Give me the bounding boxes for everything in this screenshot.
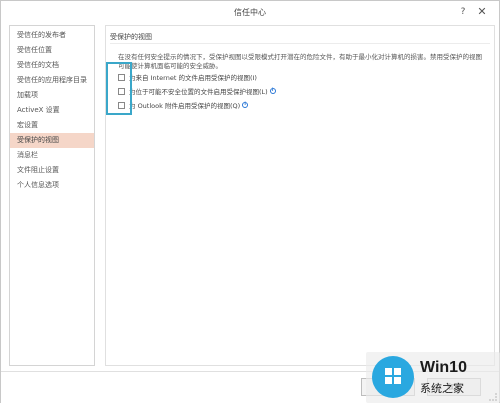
sidebar-item-message-bar[interactable]: 消息栏 bbox=[10, 148, 94, 163]
info-icon[interactable]: i bbox=[269, 88, 276, 94]
settings-panel: 受保护的视图 在没有任何安全提示的情况下，受保护视图以受限模式打开潜在的危险文件… bbox=[105, 25, 495, 366]
sidebar: 受信任的发布者 受信任位置 受信任的文档 受信任的应用程序目录 加载项 Acti… bbox=[9, 25, 95, 366]
sidebar-item-trusted-locations[interactable]: 受信任位置 bbox=[10, 43, 94, 58]
sidebar-item-trusted-app-catalogs[interactable]: 受信任的应用程序目录 bbox=[10, 73, 94, 88]
sidebar-item-trusted-publishers[interactable]: 受信任的发布者 bbox=[10, 28, 94, 43]
watermark-title: Win10 bbox=[420, 359, 467, 376]
sidebar-item-trusted-documents[interactable]: 受信任的文档 bbox=[10, 58, 94, 73]
option-label: 为 Outlook 附件启用受保护的视图(Q) bbox=[129, 102, 241, 110]
section-title: 受保护的视图 bbox=[110, 32, 490, 44]
option-unsafe-locations[interactable]: 为位于可能不安全位置的文件启用受保护视图(L) i bbox=[118, 86, 276, 96]
sidebar-item-add-ins[interactable]: 加载项 bbox=[10, 88, 94, 103]
windows-logo-icon bbox=[372, 356, 414, 398]
close-button[interactable]: ✕ bbox=[475, 5, 489, 19]
sidebar-item-file-block-settings[interactable]: 文件阻止设置 bbox=[10, 163, 94, 178]
option-label: 为来自 Internet 的文件启用受保护的视图(I) bbox=[129, 74, 257, 82]
window-title: 信任中心 bbox=[234, 8, 266, 17]
highlight-annotation-box bbox=[106, 62, 132, 115]
section-description: 在没有任何安全提示的情况下，受保护视图以受限模式打开潜在的危险文件，有助于最小化… bbox=[118, 53, 482, 70]
watermark-subtitle: 系统之家 bbox=[420, 382, 464, 395]
sidebar-item-protected-view[interactable]: 受保护的视图 bbox=[10, 133, 94, 148]
help-button[interactable]: ? bbox=[456, 5, 470, 19]
title-bar: 信任中心 ? ✕ bbox=[1, 1, 499, 23]
option-label: 为位于可能不安全位置的文件启用受保护视图(L) bbox=[129, 88, 268, 96]
sidebar-item-macro-settings[interactable]: 宏设置 bbox=[10, 118, 94, 133]
option-internet-files[interactable]: 为来自 Internet 的文件启用受保护的视图(I) bbox=[118, 72, 257, 82]
sidebar-item-activex-settings[interactable]: ActiveX 设置 bbox=[10, 103, 94, 118]
option-outlook-attachments[interactable]: 为 Outlook 附件启用受保护的视图(Q) i bbox=[118, 100, 249, 110]
info-icon[interactable]: i bbox=[242, 102, 249, 108]
sidebar-item-privacy-options[interactable]: 个人信息选项 bbox=[10, 178, 94, 193]
watermark: Win10 系统之家 bbox=[366, 352, 500, 403]
trust-center-window: 信任中心 ? ✕ 受信任的发布者 受信任位置 受信任的文档 受信任的应用程序目录… bbox=[0, 0, 500, 403]
